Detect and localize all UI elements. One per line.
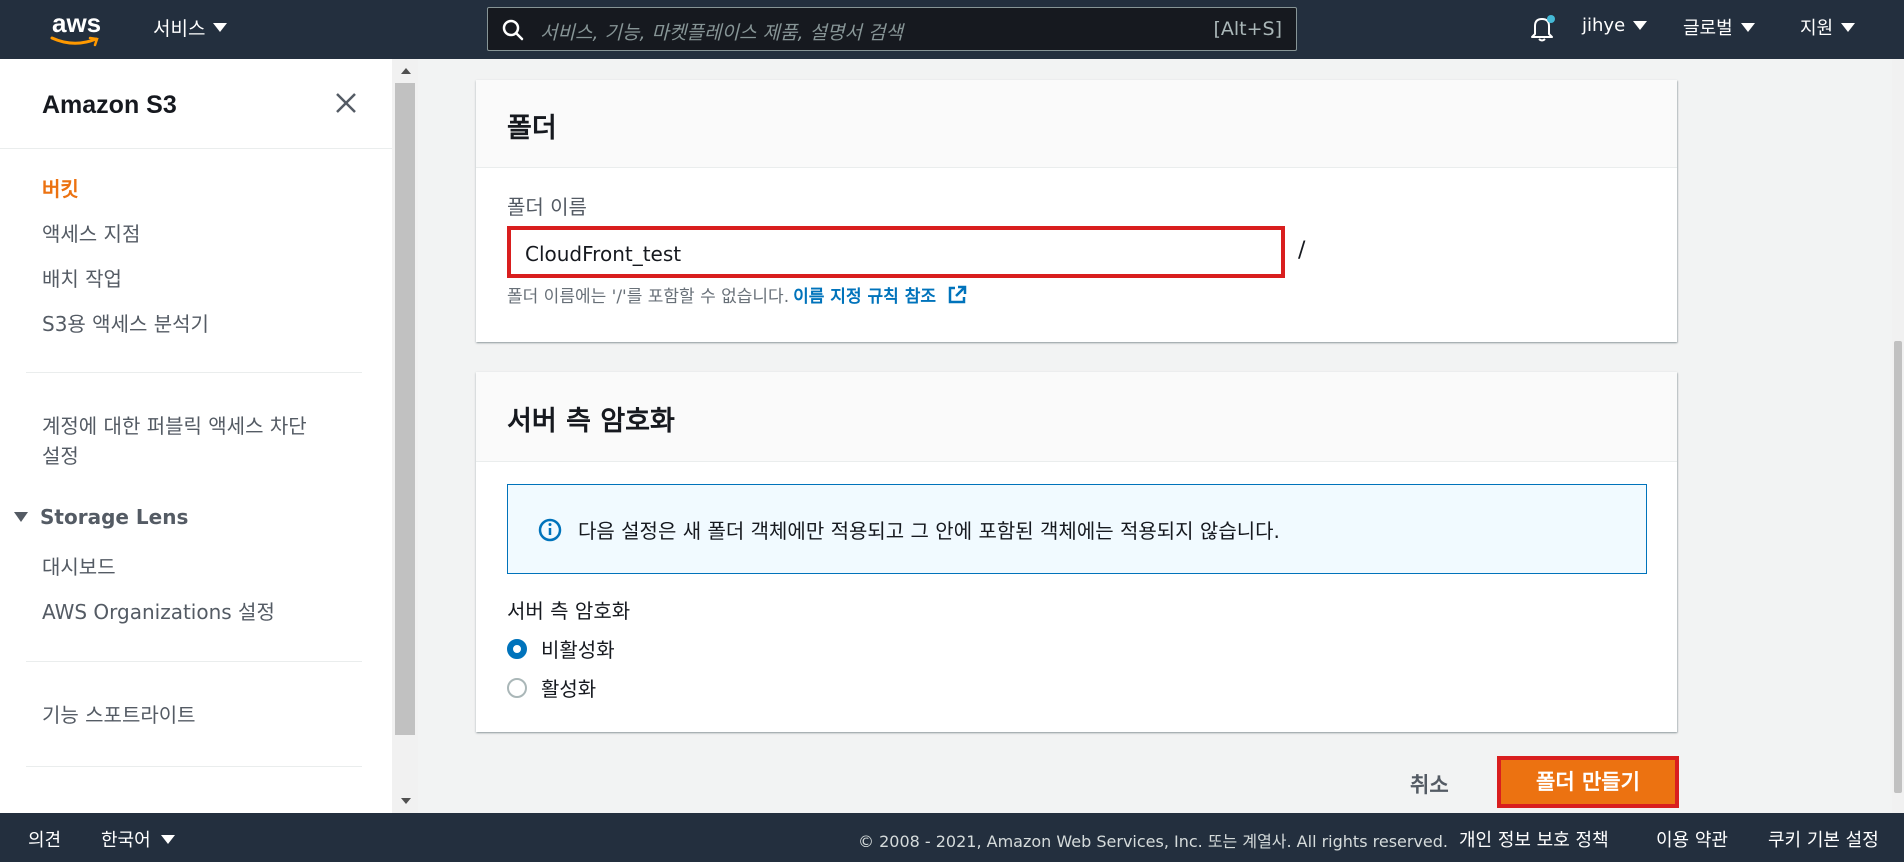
folder-name-input[interactable]: CloudFront_test	[507, 226, 1285, 278]
radio-enable[interactable]: 활성화	[507, 673, 596, 702]
folder-name-hint-text: 폴더 이름에는 '/'를 포함할 수 없습니다.	[507, 287, 790, 307]
radio-disable-label: 비활성화	[541, 638, 615, 662]
sidebar-scrollbar[interactable]	[392, 59, 418, 813]
block-public-access-line1: 계정에 대한 퍼블릭 액세스 차단	[42, 414, 307, 438]
sidebar-divider	[26, 766, 362, 767]
user-name: jihye	[1582, 15, 1626, 36]
encryption-panel-header: 서버 측 암호화	[476, 372, 1677, 462]
search-icon	[502, 19, 524, 41]
bell-icon[interactable]	[1528, 13, 1556, 43]
chevron-down-icon	[213, 23, 228, 32]
folder-name-suffix: /	[1298, 238, 1306, 263]
sidebar-divider	[26, 661, 362, 662]
info-icon	[538, 518, 562, 542]
footer: 의견 한국어 © 2008 - 2021, Amazon Web Service…	[0, 813, 1904, 862]
sidebar-scrollbar-thumb[interactable]	[395, 83, 415, 735]
sidebar-item-batch-operations[interactable]: 배치 작업	[42, 263, 122, 292]
create-folder-button[interactable]: 폴더 만들기	[1497, 756, 1679, 808]
sidebar-item-dashboards[interactable]: 대시보드	[42, 551, 116, 580]
main-scrollbar-thumb[interactable]	[1894, 341, 1902, 793]
support-label: 지원	[1800, 18, 1834, 39]
sidebar-title: Amazon S3	[42, 91, 177, 119]
info-alert: 다음 설정은 새 폴더 객체에만 적용되고 그 안에 포함된 객체에는 적용되지…	[507, 484, 1647, 574]
sidebar-divider	[0, 148, 392, 149]
encryption-panel: 서버 측 암호화 다음 설정은 새 폴더 객체에만 적용되고 그 안에 포함된 …	[476, 372, 1677, 732]
services-label: 서비스	[153, 18, 206, 40]
chevron-down-icon	[160, 834, 175, 844]
sidebar-item-access-points[interactable]: 액세스 지점	[42, 218, 140, 247]
services-menu[interactable]: 서비스	[153, 14, 228, 41]
encryption-option-label: 서버 측 암호화	[507, 599, 631, 623]
scroll-down-arrow-icon[interactable]	[401, 798, 411, 804]
sidebar-item-access-analyzer[interactable]: S3용 액세스 분석기	[42, 308, 209, 337]
privacy-link[interactable]: 개인 정보 보호 정책	[1459, 826, 1609, 852]
folder-panel-title: 폴더	[507, 113, 557, 144]
caret-down-icon	[14, 512, 28, 522]
folder-panel-header: 폴더	[476, 80, 1677, 168]
radio-disable[interactable]: 비활성화	[507, 634, 615, 663]
region-label: 글로벌	[1683, 18, 1733, 39]
region-menu[interactable]: 글로벌	[1683, 14, 1755, 40]
cancel-button[interactable]: 취소	[1410, 769, 1449, 799]
radio-enable-label: 활성화	[541, 677, 597, 701]
sidebar-item-feature-spotlight[interactable]: 기능 스포트라이트	[42, 699, 196, 728]
storage-lens-label: Storage Lens	[40, 505, 189, 529]
aws-logo-text: aws	[52, 8, 102, 38]
main-scrollbar[interactable]	[1892, 59, 1904, 813]
copyright-text: © 2008 - 2021, Amazon Web Services, Inc.…	[858, 832, 1449, 851]
sidebar-divider	[26, 372, 362, 373]
folder-name-label: 폴더 이름	[507, 195, 587, 219]
sidebar: Amazon S3 버킷 액세스 지점 배치 작업 S3용 액세스 분석기 계정…	[0, 59, 392, 813]
encryption-panel-title: 서버 측 암호화	[507, 406, 675, 437]
user-menu[interactable]: jihye	[1582, 15, 1648, 36]
radio-button-selected[interactable]	[507, 638, 527, 659]
sidebar-item-organizations-settings[interactable]: AWS Organizations 설정	[42, 596, 275, 625]
aws-smile-icon	[50, 36, 99, 47]
scroll-up-arrow-icon[interactable]	[401, 68, 411, 74]
sidebar-item-buckets[interactable]: 버킷	[42, 173, 79, 202]
external-link-icon[interactable]	[946, 284, 968, 306]
search-shortcut-hint: [Alt+S]	[1213, 18, 1282, 40]
storage-lens-section[interactable]: Storage Lens	[14, 505, 188, 529]
folder-panel: 폴더 폴더 이름 CloudFront_test / 폴더 이름에는 '/'를 …	[476, 80, 1677, 342]
language-label: 한국어	[101, 830, 151, 851]
naming-rules-link[interactable]: 이름 지정 규칙 참조	[793, 282, 936, 307]
info-alert-text: 다음 설정은 새 폴더 객체에만 적용되고 그 안에 포함된 객체에는 적용되지…	[578, 519, 1280, 543]
folder-name-hint: 폴더 이름에는 '/'를 포함할 수 없습니다. 이름 지정 규칙 참조	[507, 282, 968, 307]
support-menu[interactable]: 지원	[1800, 14, 1856, 40]
block-public-access-line2: 설정	[42, 444, 79, 468]
chevron-down-icon	[1633, 21, 1648, 30]
top-navigation: aws 서비스 서비스, 기능, 마켓플레이스 제품, 설명서 검색 [Alt+…	[0, 0, 1904, 59]
search-placeholder: 서비스, 기능, 마켓플레이스 제품, 설명서 검색	[540, 22, 903, 44]
feedback-link[interactable]: 의견	[28, 826, 61, 852]
language-selector[interactable]: 한국어	[101, 826, 175, 852]
chevron-down-icon	[1740, 22, 1755, 32]
search-input[interactable]: 서비스, 기능, 마켓플레이스 제품, 설명서 검색 [Alt+S]	[487, 7, 1297, 51]
sidebar-item-block-public-access[interactable]: 계정에 대한 퍼블릭 액세스 차단 설정	[42, 411, 307, 471]
terms-link[interactable]: 이용 약관	[1656, 826, 1728, 852]
cookie-preferences-link[interactable]: 쿠키 기본 설정	[1768, 826, 1879, 852]
close-icon[interactable]	[334, 91, 358, 115]
chevron-down-icon	[1841, 22, 1856, 32]
radio-button[interactable]	[507, 677, 527, 698]
aws-logo[interactable]: aws	[50, 8, 106, 47]
